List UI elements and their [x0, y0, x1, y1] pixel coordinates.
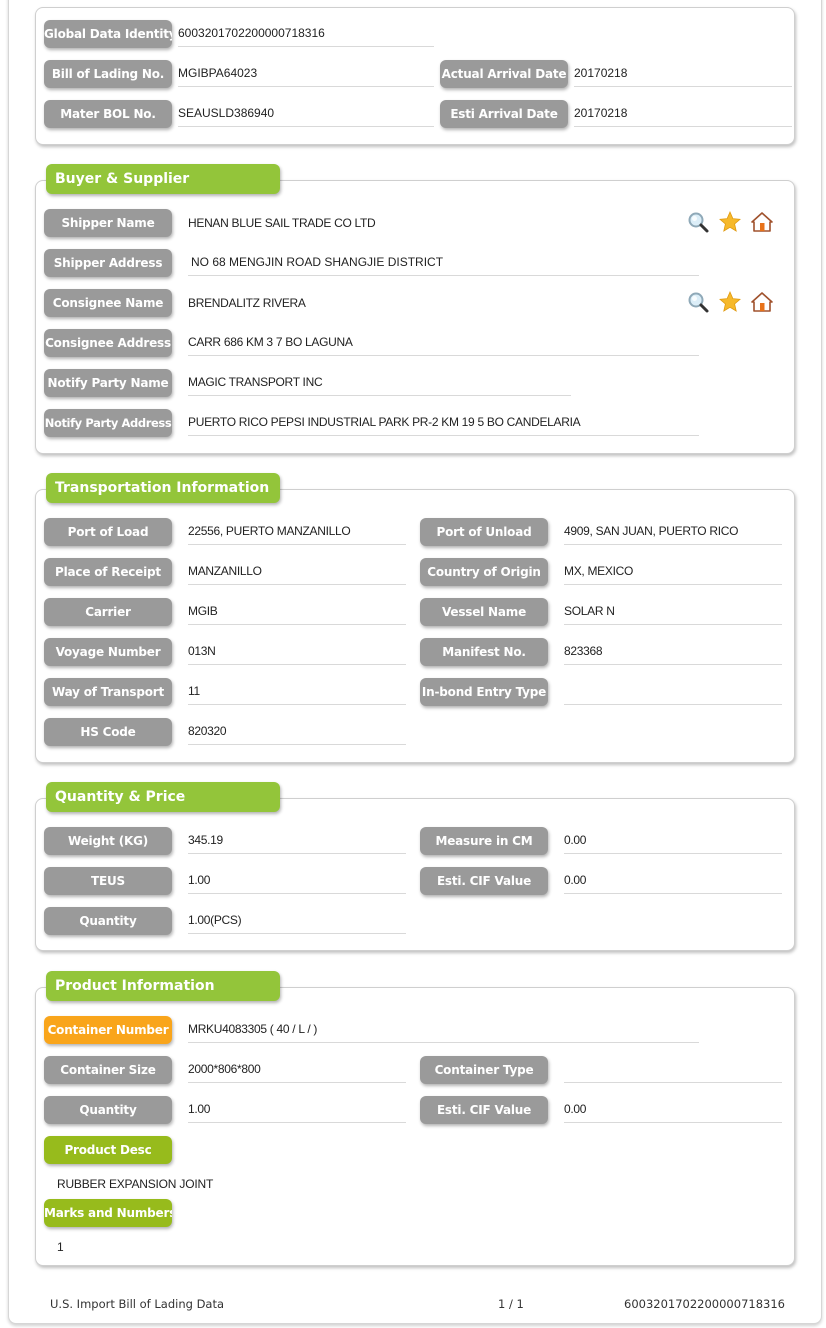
value-product-desc: RUBBER EXPANSION JOINT [57, 1177, 214, 1191]
value-in-bond-entry-type [564, 682, 782, 705]
value-vessel-name: SOLAR N [564, 602, 782, 625]
search-icon[interactable] [686, 210, 710, 234]
value-esti-arrival-date: 20170218 [574, 104, 792, 127]
label-container-number: Container Number [44, 1016, 172, 1044]
label-notify-party-name: Notify Party Name [44, 369, 172, 397]
label-manifest-no: Manifest No. [420, 638, 548, 666]
shipper-actions [686, 210, 774, 234]
label-port-of-unload: Port of Unload [420, 518, 548, 546]
label-product-esti-cif-value: Esti. CIF Value [420, 1096, 548, 1124]
label-vessel-name: Vessel Name [420, 598, 548, 626]
value-container-size: 2000*806*800 [188, 1060, 406, 1083]
section-title-quantity-price: Quantity & Price Information [46, 782, 280, 835]
value-notify-party-name: MAGIC TRANSPORT INC [188, 373, 571, 396]
label-product-desc: Product Desc [44, 1136, 172, 1164]
label-shipper-name: Shipper Name [44, 209, 172, 237]
label-port-of-load: Port of Load [44, 518, 172, 546]
value-esti-cif-value: 0.00 [564, 871, 782, 894]
value-port-of-unload: 4909, SAN JUAN, PUERTO RICO [564, 522, 782, 545]
label-voyage-number: Voyage Number [44, 638, 172, 666]
value-teus: 1.00 [188, 871, 406, 894]
value-measure-in-cm: 0.00 [564, 831, 782, 854]
footer-page-number: 1 / 1 [498, 1297, 524, 1311]
value-bill-of-lading: MGIBPA64023 [178, 64, 434, 87]
label-in-bond-entry-type: In-bond Entry Type [420, 678, 548, 706]
label-measure-in-cm: Measure in CM [420, 827, 548, 855]
label-shipper-address: Shipper Address [44, 249, 172, 277]
value-place-of-receipt: MANZANILLO [188, 562, 406, 585]
label-country-of-origin: Country of Origin [420, 558, 548, 586]
value-country-of-origin: MX, MEXICO [564, 562, 782, 585]
value-marks-and-numbers: 1 [57, 1240, 64, 1254]
label-teus: TEUS [44, 867, 172, 895]
label-way-of-transport: Way of Transport [44, 678, 172, 706]
value-shipper-name: HENAN BLUE SAIL TRADE CO LTD [188, 216, 376, 230]
value-container-type [564, 1060, 782, 1083]
shipper-address-text: NO 68 MENGJIN ROAD SHANGJIE DISTRICT [191, 255, 444, 269]
value-shipper-address: NO 68 MENGJIN ROAD SHANGJIE DISTRICT [188, 253, 699, 276]
value-way-of-transport: 11 [188, 682, 406, 705]
consignee-actions [686, 290, 774, 314]
star-icon[interactable] [718, 290, 742, 314]
footer-record-id: 6003201702200000718316 [624, 1297, 785, 1311]
label-container-size: Container Size [44, 1056, 172, 1084]
label-marks-and-numbers: Marks and Numbers [44, 1199, 172, 1227]
value-notify-party-address: PUERTO RICO PEPSI INDUSTRIAL PARK PR-2 K… [188, 413, 699, 436]
section-title-buyer-supplier: Buyer & Supplier Information [46, 164, 280, 217]
value-product-quantity: 1.00 [188, 1100, 406, 1123]
label-esti-cif-value: Esti. CIF Value [420, 867, 548, 895]
value-carrier: MGIB [188, 602, 406, 625]
value-mater-bol: SEAUSLD386940 [178, 104, 434, 127]
section-title-transportation: Transportation Information [46, 473, 280, 503]
footer-title: U.S. Import Bill of Lading Data [50, 1297, 225, 1311]
value-quantity: 1.00(PCS) [188, 911, 406, 934]
value-container-number: MRKU4083305 ( 40 / L / ) [188, 1020, 699, 1043]
label-carrier: Carrier [44, 598, 172, 626]
search-icon[interactable] [686, 290, 710, 314]
label-notify-party-address: Notify Party Address [44, 409, 172, 437]
value-hs-code: 820320 [188, 722, 406, 745]
home-icon[interactable] [750, 290, 774, 314]
label-container-type: Container Type [420, 1056, 548, 1084]
value-manifest-no: 823368 [564, 642, 782, 665]
section-title-product: Product Information [46, 971, 280, 1001]
label-global-data-identity: Global Data Identity [44, 20, 172, 48]
value-voyage-number: 013N [188, 642, 406, 665]
value-consignee-address: CARR 686 KM 3 7 BO LAGUNA [188, 333, 699, 356]
label-product-quantity: Quantity [44, 1096, 172, 1124]
label-consignee-address: Consignee Address [44, 329, 172, 357]
value-global-data-identity: 6003201702200000718316 [178, 24, 434, 47]
value-consignee-name: BRENDALITZ RIVERA [188, 296, 306, 310]
value-weight: 345.19 [188, 831, 406, 854]
label-hs-code: HS Code [44, 718, 172, 746]
value-port-of-load: 22556, PUERTO MANZANILLO [188, 522, 406, 545]
label-esti-arrival-date: Esti Arrival Date [440, 100, 568, 128]
value-product-esti-cif-value: 0.00 [564, 1100, 782, 1123]
label-place-of-receipt: Place of Receipt [44, 558, 172, 586]
star-icon[interactable] [718, 210, 742, 234]
label-quantity: Quantity [44, 907, 172, 935]
value-actual-arrival-date: 20170218 [574, 64, 792, 87]
home-icon[interactable] [750, 210, 774, 234]
label-weight: Weight (KG) [44, 827, 172, 855]
label-mater-bol: Mater BOL No. [44, 100, 172, 128]
label-bill-of-lading: Bill of Lading No. [44, 60, 172, 88]
label-actual-arrival-date: Actual Arrival Date [440, 60, 568, 88]
label-consignee-name: Consignee Name [44, 289, 172, 317]
